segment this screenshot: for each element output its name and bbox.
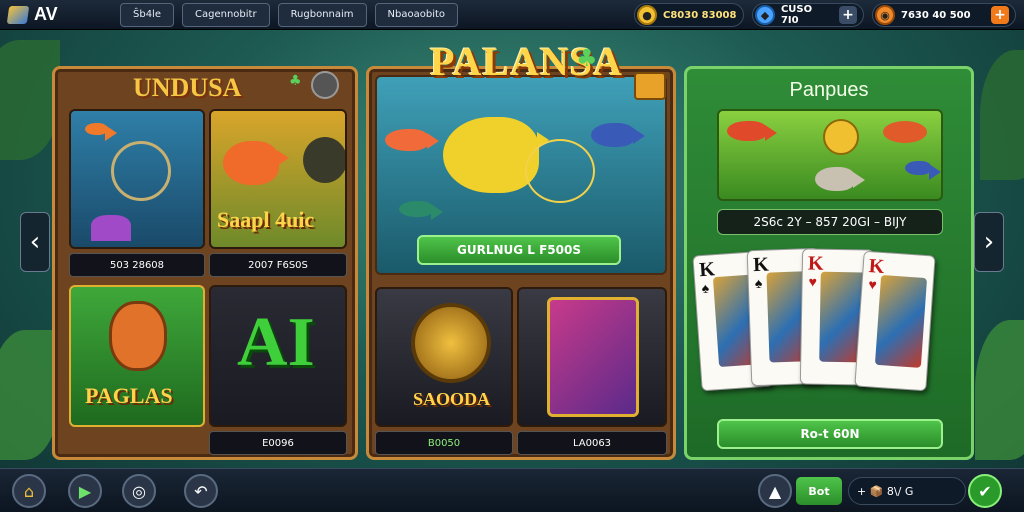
home-button[interactable]: ⌂ xyxy=(12,474,46,508)
game-tile[interactable] xyxy=(69,109,205,249)
logo-icon xyxy=(6,5,30,24)
featured-game-button[interactable]: GURLNUG L F500S xyxy=(417,235,621,265)
crab-icon xyxy=(634,72,666,100)
top-tab-2[interactable]: Cagennobitr xyxy=(182,2,270,27)
confirm-icon: ✔ xyxy=(978,481,992,501)
bet-button[interactable]: Bot xyxy=(796,477,842,505)
chevron-left-icon: ‹ xyxy=(29,227,41,257)
fish-icon xyxy=(399,201,443,221)
logo-text: AV xyxy=(34,4,58,24)
jungle-leaf-decoration xyxy=(0,330,60,460)
game-panel-right: Panpues 2S6c 2Y – 857 20GI – BIJY K ♠ K … xyxy=(684,66,974,460)
currency-gem-value: CUSO 7I0 xyxy=(780,4,813,26)
home-icon: ⌂ xyxy=(23,481,35,501)
game-tile[interactable] xyxy=(717,109,943,201)
confirm-button[interactable]: ✔ xyxy=(968,474,1002,508)
gold-coin-icon: ● xyxy=(637,5,657,25)
game-tile[interactable] xyxy=(517,287,667,427)
ship-wheel-icon xyxy=(411,303,491,383)
scroll-right-button[interactable]: › xyxy=(974,212,1004,272)
add-token-button[interactable]: + xyxy=(991,6,1009,24)
card-art-icon xyxy=(547,297,639,417)
app-logo[interactable]: AV xyxy=(6,4,104,25)
fish-icon xyxy=(303,137,345,183)
fish-icon xyxy=(905,161,941,180)
featured-fish-icon xyxy=(443,117,549,193)
card-art xyxy=(874,274,928,368)
chevron-right-icon: › xyxy=(983,227,995,257)
coin-icon xyxy=(823,119,859,155)
add-gem-button[interactable]: + xyxy=(839,6,857,24)
panel-info-bar: 2S6c 2Y – 857 20GI – BIJY xyxy=(717,209,943,235)
tile-value: B0050 xyxy=(375,431,513,455)
playing-card[interactable]: K ♥ xyxy=(854,250,936,392)
game-panel-left: UNDUSA ♣ 503 28608 Saapl 4uic 2007 F6S0S… xyxy=(52,66,358,460)
target-icon: ◎ xyxy=(132,481,146,501)
shell-icon xyxy=(883,121,927,143)
clover-icon: ♣ xyxy=(576,44,598,72)
top-tab-3[interactable]: Rugbonnaim xyxy=(277,2,367,27)
bet-value[interactable]: + 📦 8\/ G xyxy=(848,477,966,505)
play-icon: ▶ xyxy=(78,481,92,501)
fish-icon xyxy=(85,123,117,142)
tile-art-text: Saapl 4uic xyxy=(217,207,315,232)
ring-icon xyxy=(525,139,595,203)
currency-token-value: 7630 40 500 xyxy=(901,9,971,21)
fish-icon xyxy=(815,167,865,191)
currency-token[interactable]: ◉ 7630 40 500 + xyxy=(872,3,1016,27)
fish-icon xyxy=(591,123,645,147)
game-panel-mid: GURLNUG L F500S SAOODA B0050 LA0063 xyxy=(366,66,676,460)
card-suit: ♠ xyxy=(754,276,763,293)
card-suit: ♥ xyxy=(867,278,878,294)
tile-value: 503 28608 xyxy=(69,253,205,277)
game-tile[interactable]: Saapl 4uic xyxy=(209,109,347,249)
fish-icon xyxy=(385,129,439,151)
clover-icon: ♣ xyxy=(289,73,302,89)
top-tab-4[interactable]: Nbaoaobito xyxy=(374,2,459,27)
panel-title: UNDUSA xyxy=(133,73,242,102)
rocket-button[interactable]: ▲ xyxy=(758,474,792,508)
game-tile[interactable]: AI xyxy=(209,285,347,427)
jungle-leaf-decoration xyxy=(980,50,1024,180)
rocket-icon: ▲ xyxy=(768,481,782,501)
top-bar: AV Ŝb4le Cagennobitr Rugbonnaim Nbaoaobi… xyxy=(0,0,1024,30)
coral-icon xyxy=(91,215,131,241)
tile-value: LA0063 xyxy=(517,431,667,455)
tile-art-text: PAGLAS xyxy=(85,383,173,408)
currency-gem[interactable]: ◆ CUSO 7I0 + xyxy=(752,3,864,27)
blue-gem-icon: ◆ xyxy=(755,5,775,25)
tile-art-text: SAOODA xyxy=(413,389,491,409)
jungle-leaf-decoration xyxy=(975,320,1024,460)
card-suit: ♥ xyxy=(808,275,818,291)
bottom-bar: ⌂ ▶ ◎ ↶ ▲ Bot + 📦 8\/ G ✔ xyxy=(0,468,1024,512)
currency-gold[interactable]: ● C8030 83008 xyxy=(634,3,744,27)
game-tile[interactable]: PAGLAS xyxy=(69,285,205,427)
target-button[interactable]: ◎ xyxy=(122,474,156,508)
right-panel-button[interactable]: Ro-t 60N xyxy=(717,419,943,449)
play-button[interactable]: ▶ xyxy=(68,474,102,508)
orange-token-icon: ◉ xyxy=(875,5,895,25)
tile-value: E0096 xyxy=(209,431,347,455)
back-icon: ↶ xyxy=(194,481,208,501)
game-tile[interactable]: SAOODA xyxy=(375,287,513,427)
wrench-icon xyxy=(311,71,339,99)
jungle-leaf-decoration xyxy=(0,40,60,160)
top-tab-1[interactable]: Ŝb4le xyxy=(120,2,174,27)
crossbow-icon xyxy=(111,141,171,201)
card-suit: ♠ xyxy=(701,281,710,298)
scroll-left-button[interactable]: ‹ xyxy=(20,212,50,272)
tile-art-text: AI xyxy=(237,304,315,381)
fish-icon xyxy=(223,141,289,185)
tile-value: 2007 F6S0S xyxy=(209,253,347,277)
fish-icon xyxy=(727,121,777,141)
back-button[interactable]: ↶ xyxy=(184,474,218,508)
panel-title: Panpues xyxy=(789,79,869,101)
pirate-character-icon xyxy=(109,301,167,371)
currency-gold-value: C8030 83008 xyxy=(663,9,737,21)
